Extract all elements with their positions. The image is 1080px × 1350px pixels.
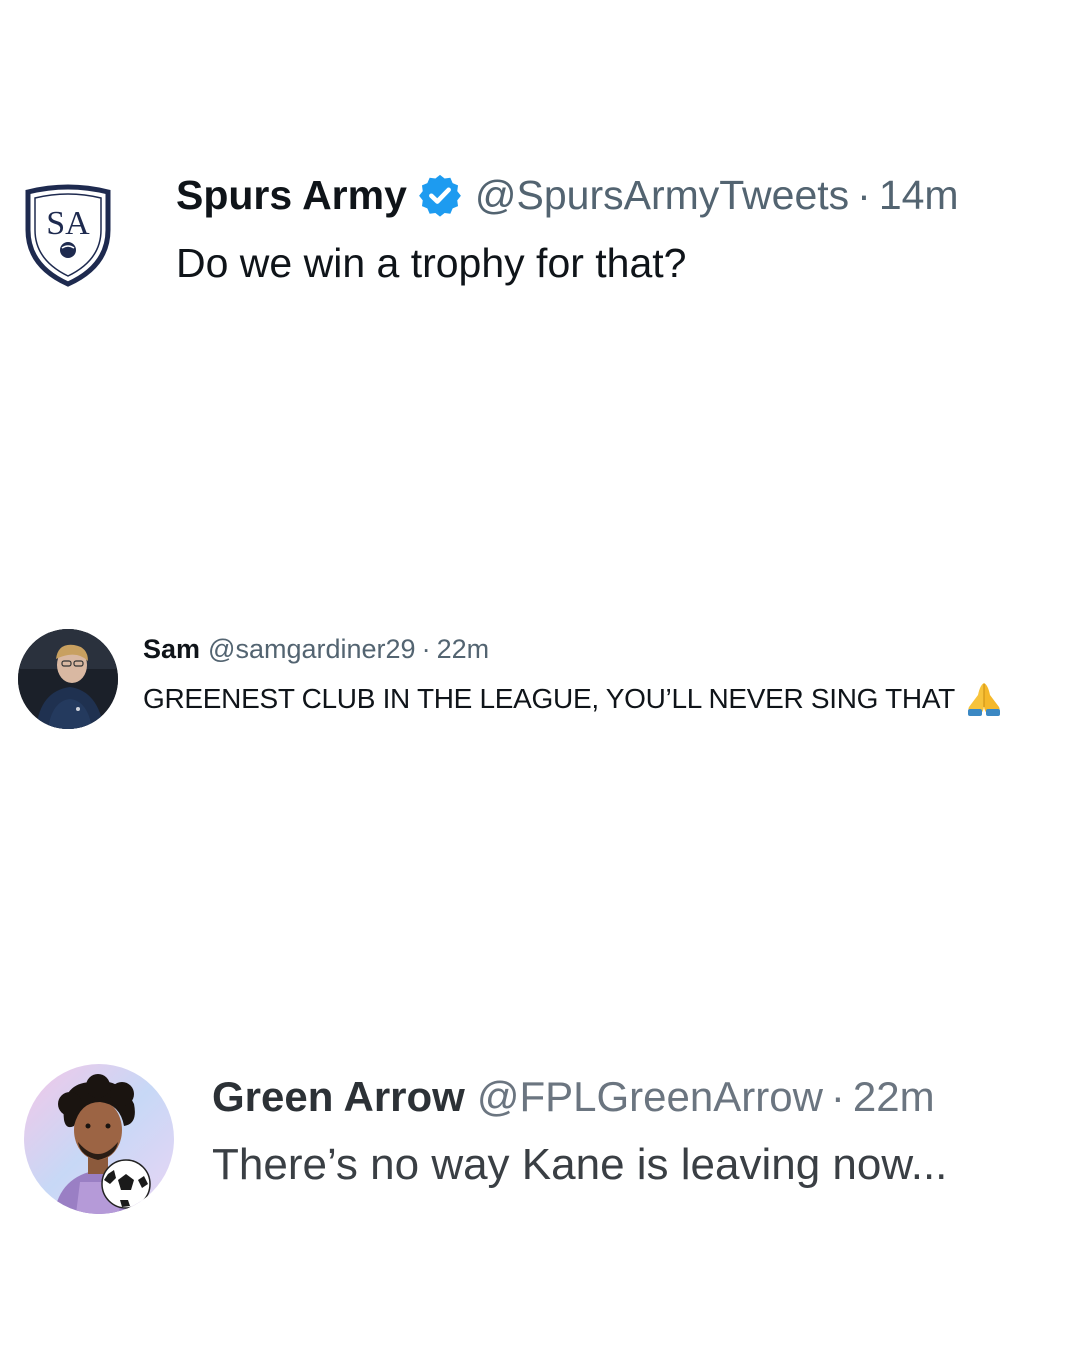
sa-shield-logo-icon: SA xyxy=(25,184,111,287)
timestamp[interactable]: 22m xyxy=(853,1073,935,1121)
tweet-header: Sam @samgardiner29 · 22m xyxy=(143,633,489,665)
tweet-green-arrow[interactable]: Green Arrow @FPLGreenArrow · 22m There’s… xyxy=(0,1060,1080,1220)
folded-hands-icon xyxy=(967,683,1000,716)
tweet-header: Green Arrow @FPLGreenArrow · 22m xyxy=(212,1072,935,1122)
avatar[interactable]: SA xyxy=(20,184,116,290)
tweet-header: Spurs Army @SpursArmyTweets · 14m xyxy=(176,172,959,218)
avatar[interactable] xyxy=(18,629,118,729)
tweet-text: There’s no way Kane is leaving now... xyxy=(212,1140,948,1189)
display-name[interactable]: Sam xyxy=(143,634,200,665)
avatar[interactable] xyxy=(24,1064,174,1214)
avatar-logo-text: SA xyxy=(46,205,90,242)
tweet-spurs-army[interactable]: SA Spurs Army @SpursArmyTweets · 14m Do … xyxy=(0,160,1080,300)
display-name[interactable]: Spurs Army xyxy=(176,172,407,219)
handle[interactable]: @samgardiner29 xyxy=(208,634,416,665)
display-name[interactable]: Green Arrow xyxy=(212,1073,465,1121)
tweet-text: GREENEST CLUB IN THE LEAGUE, YOU’LL NEVE… xyxy=(143,683,955,714)
person-with-football-photo-icon xyxy=(24,1064,174,1214)
separator: · xyxy=(421,633,431,664)
verified-badge-icon xyxy=(418,174,461,217)
person-photo-icon xyxy=(18,629,118,729)
separator: · xyxy=(857,171,871,218)
separator: · xyxy=(830,1073,845,1120)
tweet-sam[interactable]: Sam @samgardiner29 · 22m GREENEST CLUB I… xyxy=(0,625,1080,735)
timestamp[interactable]: 22m xyxy=(437,634,490,665)
handle[interactable]: @FPLGreenArrow xyxy=(477,1073,823,1121)
timestamp[interactable]: 14m xyxy=(879,172,959,219)
tweet-text-row: GREENEST CLUB IN THE LEAGUE, YOU’LL NEVE… xyxy=(143,681,1005,717)
handle[interactable]: @SpursArmyTweets xyxy=(475,172,849,219)
tweet-text: Do we win a trophy for that? xyxy=(176,240,687,286)
